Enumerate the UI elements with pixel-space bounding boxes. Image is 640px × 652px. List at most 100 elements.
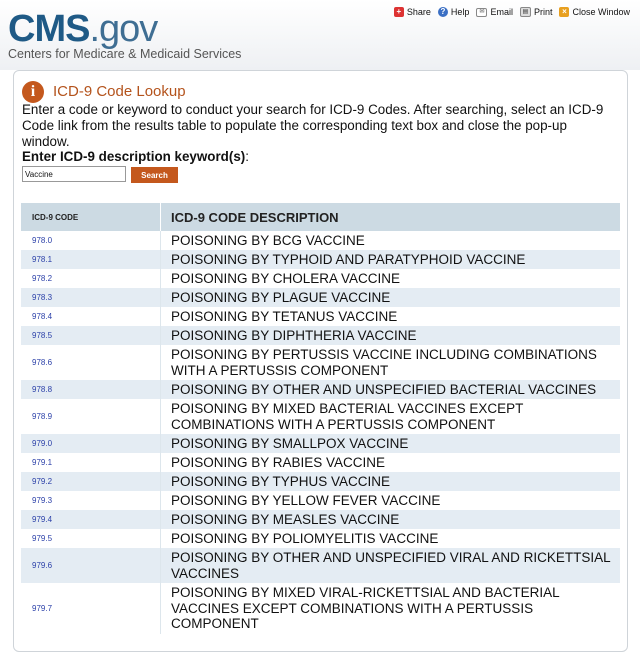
description-cell: POISONING BY TYPHOID AND PARATYPHOID VAC… xyxy=(160,250,620,269)
print-icon: ▤ xyxy=(519,7,531,17)
icd9-code-link[interactable]: 979.4 xyxy=(32,515,52,524)
code-cell: 979.5 xyxy=(21,529,161,548)
icd9-code-link[interactable]: 979.3 xyxy=(32,496,52,505)
share-link[interactable]: + Share xyxy=(393,7,431,17)
table-row: 979.6 POISONING BY OTHER AND UNSPECIFIED … xyxy=(21,548,620,583)
description-cell: POISONING BY PLAGUE VACCINE xyxy=(160,288,620,307)
page-title: ICD-9 Code Lookup xyxy=(53,83,186,100)
print-link[interactable]: ▤ Print xyxy=(519,7,553,17)
table-row: 978.3 POISONING BY PLAGUE VACCINE xyxy=(21,288,620,307)
column-header-description: ICD-9 CODE DESCRIPTION xyxy=(160,203,620,231)
info-icon: i xyxy=(22,81,44,103)
email-icon: ✉ xyxy=(476,7,488,17)
description-cell: POISONING BY YELLOW FEVER VACCINE xyxy=(160,491,620,510)
close-window-icon: × xyxy=(559,7,570,17)
description-cell: POISONING BY TYPHUS VACCINE xyxy=(160,472,620,491)
icd9-code-link[interactable]: 979.1 xyxy=(32,458,52,467)
share-label: Share xyxy=(406,7,431,17)
description-cell: POISONING BY MIXED VIRAL-RICKETTSIAL AND… xyxy=(160,583,620,634)
code-cell: 978.8 xyxy=(21,380,161,399)
description-cell: POISONING BY BCG VACCINE xyxy=(160,231,620,250)
help-label: Help xyxy=(450,7,470,17)
table-row: 979.2 POISONING BY TYPHUS VACCINE xyxy=(21,472,620,491)
help-link[interactable]: ? Help xyxy=(437,7,470,17)
table-row: 978.1 POISONING BY TYPHOID AND PARATYPHOI… xyxy=(21,250,620,269)
code-cell: 979.7 xyxy=(21,583,161,634)
instructions-text: Enter a code or keyword to conduct your … xyxy=(22,102,604,149)
close-window-link[interactable]: × Close Window xyxy=(559,7,630,17)
icd9-code-link[interactable]: 979.0 xyxy=(32,439,52,448)
site-header: CMS.gov Centers for Medicare & Medicaid … xyxy=(0,0,640,70)
keyword-label: Enter ICD-9 description keyword(s): xyxy=(22,149,249,164)
icd9-code-link[interactable]: 978.1 xyxy=(32,255,52,264)
search-button[interactable]: Search xyxy=(131,167,178,183)
code-cell: 978.6 xyxy=(21,345,161,380)
description-cell: POISONING BY TETANUS VACCINE xyxy=(160,307,620,326)
toolbar: + Share ? Help ✉ Email ▤ Print × Close W… xyxy=(393,7,630,17)
icd9-code-link[interactable]: 979.7 xyxy=(32,604,52,613)
description-cell: POISONING BY POLIOMYELITIS VACCINE xyxy=(160,529,620,548)
table-row: 978.0 POISONING BY BCG VACCINE xyxy=(21,231,620,250)
icd9-code-link[interactable]: 979.5 xyxy=(32,534,52,543)
code-cell: 978.5 xyxy=(21,326,161,345)
code-cell: 979.0 xyxy=(21,434,161,453)
code-cell: 978.9 xyxy=(21,399,161,434)
description-cell: POISONING BY OTHER AND UNSPECIFIED BACTE… xyxy=(160,380,620,399)
code-cell: 979.2 xyxy=(21,472,161,491)
code-cell: 979.6 xyxy=(21,548,161,583)
code-cell: 978.0 xyxy=(21,231,161,250)
close-window-label: Close Window xyxy=(572,7,630,17)
email-link[interactable]: ✉ Email xyxy=(476,7,513,17)
keyword-label-text: Enter ICD-9 description keyword(s) xyxy=(22,149,246,164)
icd9-code-link[interactable]: 978.3 xyxy=(32,293,52,302)
description-cell: POISONING BY PERTUSSIS VACCINE INCLUDING… xyxy=(160,345,620,380)
description-cell: POISONING BY CHOLERA VACCINE xyxy=(160,269,620,288)
code-cell: 978.2 xyxy=(21,269,161,288)
description-cell: POISONING BY SMALLPOX VACCINE xyxy=(160,434,620,453)
icd9-code-link[interactable]: 978.6 xyxy=(32,358,52,367)
results-table: ICD-9 CODE ICD-9 CODE DESCRIPTION 978.0 P… xyxy=(21,203,620,634)
description-cell: POISONING BY MEASLES VACCINE xyxy=(160,510,620,529)
keyword-search-input[interactable] xyxy=(22,166,126,182)
help-icon: ? xyxy=(437,7,448,17)
code-cell: 979.3 xyxy=(21,491,161,510)
table-row: 979.3 POISONING BY YELLOW FEVER VACCINE xyxy=(21,491,620,510)
icd9-code-link[interactable]: 978.2 xyxy=(32,274,52,283)
table-row: 979.7 POISONING BY MIXED VIRAL-RICKETTSIA… xyxy=(21,583,620,634)
table-row: 978.6 POISONING BY PERTUSSIS VACCINE INCL… xyxy=(21,345,620,380)
icd9-code-link[interactable]: 978.9 xyxy=(32,412,52,421)
code-cell: 978.4 xyxy=(21,307,161,326)
table-row: 978.2 POISONING BY CHOLERA VACCINE xyxy=(21,269,620,288)
icd9-code-link[interactable]: 978.0 xyxy=(32,236,52,245)
icd9-code-link[interactable]: 979.6 xyxy=(32,561,52,570)
print-label: Print xyxy=(533,7,553,17)
table-row: 979.4 POISONING BY MEASLES VACCINE xyxy=(21,510,620,529)
site-subtitle: Centers for Medicare & Medicaid Services xyxy=(8,47,242,61)
description-cell: POISONING BY DIPHTHERIA VACCINE xyxy=(160,326,620,345)
table-row: 979.0 POISONING BY SMALLPOX VACCINE xyxy=(21,434,620,453)
results-body: 978.0 POISONING BY BCG VACCINE 978.1 POISON… xyxy=(21,231,620,634)
code-cell: 979.1 xyxy=(21,453,161,472)
share-icon: + xyxy=(393,7,404,17)
table-row: 978.5 POISONING BY DIPHTHERIA VACCINE xyxy=(21,326,620,345)
description-cell: POISONING BY OTHER AND UNSPECIFIED VIRAL… xyxy=(160,548,620,583)
table-row: 979.5 POISONING BY POLIOMYELITIS VACCINE xyxy=(21,529,620,548)
icd9-code-link[interactable]: 978.5 xyxy=(32,331,52,340)
code-cell: 979.4 xyxy=(21,510,161,529)
icd9-code-link[interactable]: 979.2 xyxy=(32,477,52,486)
cms-logo[interactable]: CMS.gov xyxy=(8,8,158,50)
table-row: 978.4 POISONING BY TETANUS VACCINE xyxy=(21,307,620,326)
description-cell: POISONING BY RABIES VACCINE xyxy=(160,453,620,472)
table-row: 978.9 POISONING BY MIXED BACTERIAL VACCIN… xyxy=(21,399,620,434)
description-cell: POISONING BY MIXED BACTERIAL VACCINES EX… xyxy=(160,399,620,434)
table-row: 979.1 POISONING BY RABIES VACCINE xyxy=(21,453,620,472)
keyword-label-colon: : xyxy=(245,149,249,164)
logo-gov-text: .gov xyxy=(89,8,158,50)
icd9-code-link[interactable]: 978.8 xyxy=(32,385,52,394)
code-cell: 978.1 xyxy=(21,250,161,269)
table-row: 978.8 POISONING BY OTHER AND UNSPECIFIED … xyxy=(21,380,620,399)
code-cell: 978.3 xyxy=(21,288,161,307)
logo-cms-text: CMS xyxy=(8,8,90,50)
icd9-code-link[interactable]: 978.4 xyxy=(32,312,52,321)
results-header-row: ICD-9 CODE ICD-9 CODE DESCRIPTION xyxy=(21,203,620,231)
